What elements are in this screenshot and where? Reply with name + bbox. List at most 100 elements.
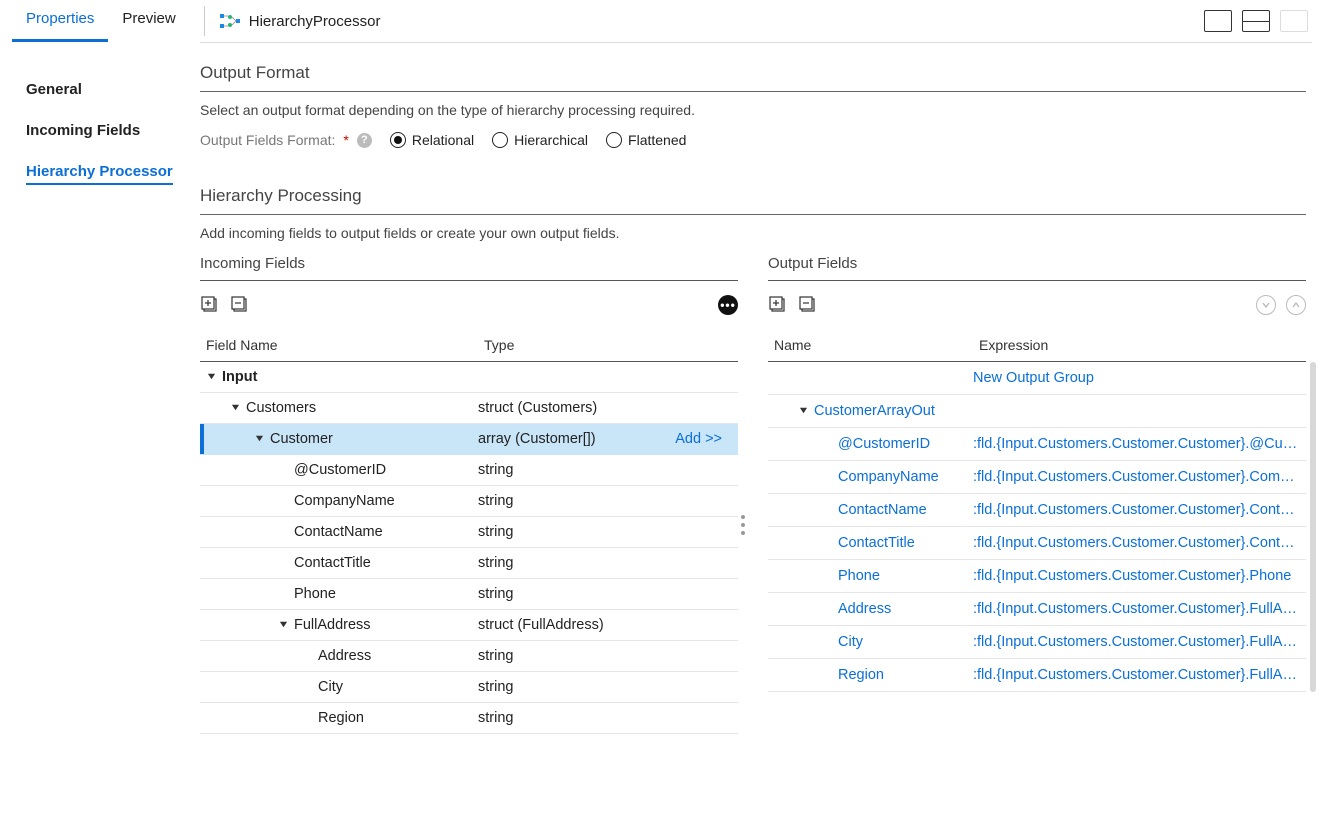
incoming-row[interactable]: ContactName string [200, 517, 738, 548]
incoming-row[interactable]: Input [200, 362, 738, 393]
output-expression[interactable]: :fld.{Input.Customers.Customer.Customer}… [973, 568, 1300, 584]
layout-full-icon[interactable] [1204, 10, 1232, 32]
sidebar-item-incoming-fields[interactable]: Incoming Fields [26, 110, 200, 151]
output-field-name[interactable]: CompanyName [838, 469, 939, 485]
sidebar-item-general[interactable]: General [26, 69, 200, 110]
incoming-row[interactable]: ContactTitlestring [200, 548, 738, 579]
field-name: Region [318, 710, 364, 726]
field-name: ContactTitle [294, 555, 371, 571]
incoming-col-headers: Field Name Type [200, 329, 738, 362]
output-expression[interactable]: :fld.{Input.Customers.Customer.Customer}… [973, 535, 1300, 551]
output-field-name[interactable]: Address [838, 601, 891, 617]
more-actions-icon[interactable]: ••• [718, 295, 738, 315]
panel-resize-handle[interactable] [741, 515, 745, 535]
output-panel: Output Fields Name Expression [768, 255, 1306, 734]
field-type: string [478, 710, 732, 726]
underline [200, 280, 738, 281]
collapse-all-icon[interactable] [798, 295, 818, 315]
radio-flattened[interactable]: Flattened [606, 132, 686, 148]
field-type: string [478, 648, 732, 664]
field-type: string [478, 493, 732, 509]
layout-switcher [1204, 10, 1312, 32]
divider [204, 6, 205, 36]
output-expression[interactable]: :fld.{Input.Customers.Customer.Customer}… [973, 601, 1300, 617]
output-row[interactable]: Phone :fld.{Input.Customers.Customer.Cust… [768, 560, 1306, 593]
output-row[interactable]: @CustomerID :fld.{Input.Customers.Custome… [768, 428, 1306, 461]
field-type: string [478, 462, 732, 478]
field-name: Input [222, 369, 257, 385]
output-col-headers: Name Expression [768, 329, 1306, 362]
incoming-rows: InputCustomersstruct (Customers)Customer… [200, 362, 738, 734]
output-expression[interactable]: :fld.{Input.Customers.Customer.Customer}… [973, 469, 1300, 485]
expand-all-icon[interactable] [200, 295, 220, 315]
output-expression[interactable]: :fld.{Input.Customers.Customer.Customer}… [973, 667, 1300, 683]
output-field-name[interactable]: ContactTitle [838, 535, 915, 551]
output-format-row: Output Fields Format:* ? Relational Hier… [200, 132, 1306, 148]
field-name: Phone [294, 586, 336, 602]
layout-minimized-icon[interactable] [1280, 10, 1308, 32]
output-rows-container: New Output Group CustomerArrayOut @Custom… [768, 362, 1306, 692]
processor-name: HierarchyProcessor [249, 13, 381, 30]
radio-relational[interactable]: Relational [390, 132, 474, 148]
collapse-all-icon[interactable] [230, 295, 250, 315]
output-field-name[interactable]: City [838, 634, 863, 650]
field-name: Address [318, 648, 371, 664]
output-field-name[interactable]: Phone [838, 568, 880, 584]
output-format-desc: Select an output format depending on the… [200, 102, 1306, 118]
field-type: string [478, 679, 732, 695]
output-panel-title: Output Fields [768, 255, 1306, 280]
field-type: struct (FullAddress) [478, 617, 732, 633]
main-area: General Incoming Fields Hierarchy Proces… [0, 43, 1324, 734]
add-field-button[interactable]: Add >> [675, 431, 732, 447]
output-field-name[interactable]: ContactName [838, 502, 927, 518]
new-output-group-row[interactable]: New Output Group [768, 362, 1306, 395]
field-type: string [478, 524, 732, 540]
incoming-row[interactable]: FullAddressstruct (FullAddress) [200, 610, 738, 641]
caret-icon[interactable] [206, 372, 216, 381]
output-field-name[interactable]: CustomerArrayOut [814, 403, 935, 419]
field-name: Customer [270, 431, 333, 447]
output-field-name[interactable]: Region [838, 667, 884, 683]
layout-split-icon[interactable] [1242, 10, 1270, 32]
sidebar-item-hierarchy-processor[interactable]: Hierarchy Processor [26, 151, 200, 192]
incoming-row[interactable]: Region string [200, 703, 738, 734]
incoming-row[interactable]: Customerarray (Customer[])Add >> [200, 424, 738, 455]
output-expression[interactable]: :fld.{Input.Customers.Customer.Customer}… [973, 502, 1300, 518]
output-row[interactable]: City :fld.{Input.Customers.Customer.Custo… [768, 626, 1306, 659]
radio-hierarchical[interactable]: Hierarchical [492, 132, 588, 148]
col-header-expression: Expression [979, 337, 1306, 353]
field-type: struct (Customers) [478, 400, 732, 416]
required-asterisk: * [343, 132, 348, 148]
help-icon[interactable]: ? [357, 133, 372, 148]
incoming-row[interactable]: Address string [200, 641, 738, 672]
expand-circle-icon[interactable] [1256, 295, 1276, 315]
collapse-circle-icon[interactable] [1286, 295, 1306, 315]
output-row[interactable]: ContactTitle :fld.{Input.Customers.Custom… [768, 527, 1306, 560]
incoming-row[interactable]: CompanyNamestring [200, 486, 738, 517]
incoming-row[interactable]: @CustomerIDstring [200, 455, 738, 486]
sidebar: General Incoming Fields Hierarchy Proces… [0, 43, 200, 734]
caret-icon[interactable] [278, 620, 288, 629]
output-row[interactable]: CompanyName :fld.{Input.Customers.Custome… [768, 461, 1306, 494]
field-name: ContactName [294, 524, 383, 540]
expand-all-icon[interactable] [768, 295, 788, 315]
caret-icon[interactable] [798, 406, 808, 415]
incoming-row[interactable]: Customers struct (Customers) [200, 393, 738, 424]
caret-icon[interactable] [230, 403, 240, 412]
output-row[interactable]: Region :fld.{Input.Customers.Customer.Cus… [768, 659, 1306, 692]
output-row[interactable]: CustomerArrayOut [768, 395, 1306, 428]
incoming-row[interactable]: Citystring [200, 672, 738, 703]
output-row[interactable]: Address :fld.{Input.Customers.Customer.Cu… [768, 593, 1306, 626]
incoming-row[interactable]: Phonestring [200, 579, 738, 610]
tab-properties[interactable]: Properties [12, 0, 108, 42]
output-field-name[interactable]: @CustomerID [838, 436, 930, 452]
output-expression[interactable]: :fld.{Input.Customers.Customer.Customer}… [973, 436, 1300, 452]
col-header-name: Name [774, 337, 979, 353]
tab-preview[interactable]: Preview [108, 0, 189, 42]
underline [200, 214, 1306, 215]
field-name: Customers [246, 400, 316, 416]
caret-icon[interactable] [254, 434, 264, 443]
output-expression[interactable]: :fld.{Input.Customers.Customer.Customer}… [973, 634, 1300, 650]
output-row[interactable]: ContactName :fld.{Input.Customers.Custome… [768, 494, 1306, 527]
new-output-group-link[interactable]: New Output Group [973, 370, 1300, 386]
